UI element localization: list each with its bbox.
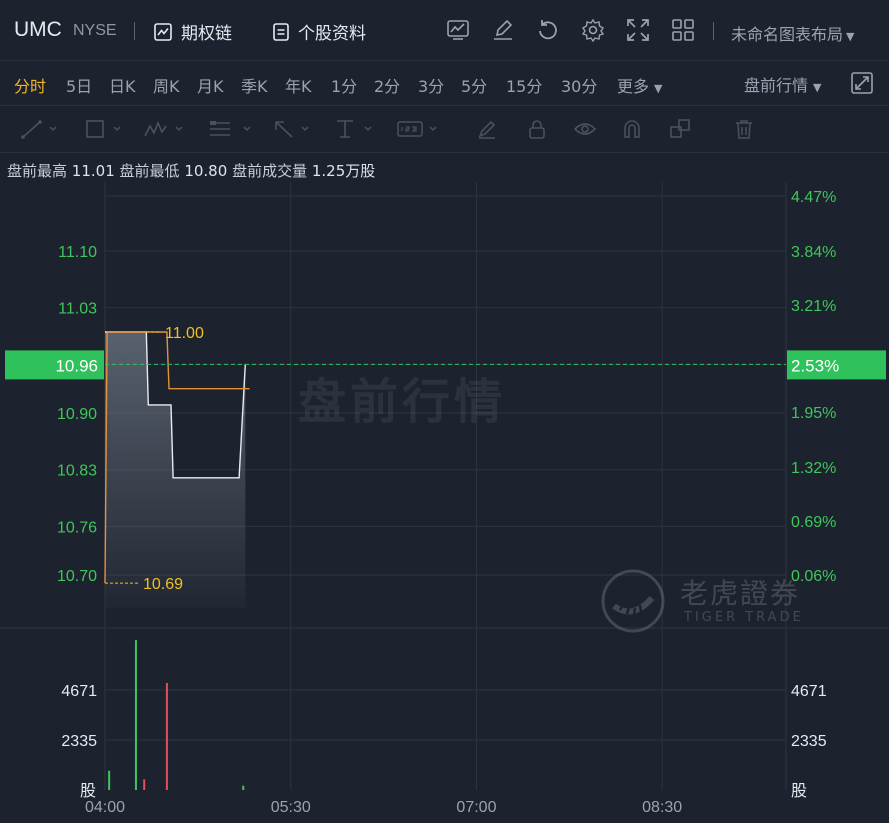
lock-icon[interactable] — [526, 118, 548, 140]
high-label: 盘前最高 — [7, 162, 68, 180]
period-tab-monthly[interactable]: 月K — [197, 73, 224, 97]
price-tick-label: 10.90 — [57, 406, 97, 423]
volume-tick-label-right: 4671 — [791, 683, 827, 700]
period-tab-daily[interactable]: 日K — [109, 73, 136, 97]
ticker-symbol: UMC — [14, 18, 62, 41]
exchange-label: NYSE — [73, 22, 117, 39]
caret-down-icon: ▼ — [654, 82, 663, 95]
time-tick-label: 07:00 — [456, 799, 496, 816]
price-tick-label: 11.03 — [58, 301, 97, 318]
number-tool-icon[interactable] — [396, 118, 442, 140]
percent-tick-label: 1.32% — [791, 460, 836, 477]
refresh-icon[interactable] — [535, 17, 561, 43]
volume-unit-label: 股 — [80, 781, 96, 800]
volume-unit-label-right: 股 — [791, 781, 807, 800]
brush-icon[interactable] — [476, 118, 498, 140]
period-tab-2m[interactable]: 2分 — [374, 73, 400, 97]
eye-icon[interactable] — [573, 118, 597, 140]
percent-tick-label: 4.47% — [791, 189, 836, 206]
period-tab-30m[interactable]: 30分 — [561, 73, 597, 97]
caret-down-icon: ▼ — [813, 81, 822, 94]
rectangle-tool-icon[interactable] — [84, 118, 126, 140]
period-tab-15m[interactable]: 15分 — [506, 73, 542, 97]
percent-tick-label: 0.06% — [791, 568, 836, 585]
indicator-icon[interactable] — [445, 17, 471, 43]
drawing-toolbar — [0, 106, 889, 153]
price-tick-label: 10.70 — [57, 568, 97, 585]
percent-tick-label: 1.95% — [791, 405, 836, 422]
period-tab-yearly[interactable]: 年K — [285, 73, 312, 97]
trash-icon[interactable] — [733, 118, 755, 140]
period-tab-intraday[interactable]: 分时 — [14, 73, 46, 97]
document-icon — [273, 22, 289, 41]
stock-profile-label: 个股资料 — [298, 24, 366, 44]
session-label: 盘前行情 — [744, 76, 809, 95]
line-tool-icon[interactable] — [20, 118, 62, 140]
volume-bar — [242, 785, 245, 790]
volume-label: 盘前成交量 — [232, 162, 308, 180]
high-marker-label: 11.00 — [165, 325, 204, 342]
time-tick-label: 08:30 — [642, 799, 682, 816]
divider — [713, 22, 714, 40]
chart-icon — [154, 22, 172, 41]
volume-tick-label: 2335 — [61, 733, 97, 750]
grid-layout-icon[interactable] — [670, 17, 696, 43]
more-periods-dropdown[interactable]: 更多 ▼ — [617, 73, 662, 97]
more-label: 更多 — [617, 77, 650, 96]
low-value: 10.80 — [184, 162, 228, 180]
expand-icon[interactable] — [625, 17, 651, 43]
magnet-icon[interactable] — [621, 118, 643, 140]
volume-tick-label-right: 2335 — [791, 733, 827, 750]
price-tick-label: 11.10 — [58, 244, 97, 261]
period-tab-5d[interactable]: 5日 — [66, 73, 92, 97]
top-toolbar: UMC NYSE 期权链 个股资料 未命名图表布局 ▼ — [0, 0, 889, 61]
period-bar: 分时 5日 日K 周K 月K 季K 年K 1分 2分 3分 5分 15分 30分… — [0, 60, 889, 106]
percent-tick-label: 3.21% — [791, 298, 836, 315]
fullscreen-icon[interactable] — [850, 71, 874, 95]
price-tick-label: 10.76 — [57, 519, 97, 536]
period-tab-5m[interactable]: 5分 — [461, 73, 487, 97]
volume-bar — [108, 770, 111, 790]
volume-bar — [143, 779, 146, 790]
layers-icon[interactable] — [669, 118, 693, 140]
volume-bar — [165, 682, 168, 790]
session-dropdown[interactable]: 盘前行情 ▼ — [744, 72, 821, 96]
low-marker-label: 10.69 — [143, 576, 183, 593]
percent-tick-label: 0.69% — [791, 514, 836, 531]
chart-layout-dropdown[interactable]: 未命名图表布局 ▼ — [731, 21, 854, 45]
premarket-stats: 盘前最高 11.01 盘前最低 10.80 盘前成交量 1.25万股 — [7, 160, 375, 181]
period-tab-quarterly[interactable]: 季K — [241, 73, 268, 97]
options-chain-label: 期权链 — [181, 24, 232, 44]
volume-bar — [134, 640, 137, 790]
period-tab-1m[interactable]: 1分 — [331, 73, 357, 97]
wave-tool-icon[interactable] — [143, 118, 189, 140]
current-price-text: 10.96 — [55, 356, 98, 375]
arrow-tool-icon[interactable] — [272, 118, 318, 140]
percent-tick-label: 3.84% — [791, 244, 836, 261]
caret-down-icon: ▼ — [846, 30, 855, 43]
high-value: 11.01 — [71, 162, 115, 180]
period-tab-3m[interactable]: 3分 — [418, 73, 444, 97]
fib-tool-icon[interactable] — [208, 118, 258, 140]
current-pct-text: 2.53% — [791, 356, 839, 375]
text-tool-icon[interactable] — [334, 118, 380, 140]
layout-name: 未命名图表布局 — [731, 25, 844, 44]
stock-profile-button[interactable]: 个股资料 — [272, 19, 366, 44]
low-label: 盘前最低 — [119, 162, 180, 180]
options-chain-button[interactable]: 期权链 — [153, 19, 232, 44]
volume-value: 1.25万股 — [311, 162, 376, 180]
price-tick-label: 10.83 — [57, 463, 97, 480]
settings-icon[interactable] — [580, 17, 606, 43]
divider — [134, 22, 135, 40]
volume-tick-label: 4671 — [61, 683, 97, 700]
edit-icon[interactable] — [490, 17, 516, 43]
time-tick-label: 05:30 — [271, 799, 311, 816]
price-chart[interactable]: 11.10 11.03 10.90 10.83 10.76 10.70 4.47% 3.84%… — [0, 182, 889, 823]
time-tick-label: 04:00 — [85, 799, 125, 816]
period-tab-weekly[interactable]: 周K — [153, 73, 180, 97]
